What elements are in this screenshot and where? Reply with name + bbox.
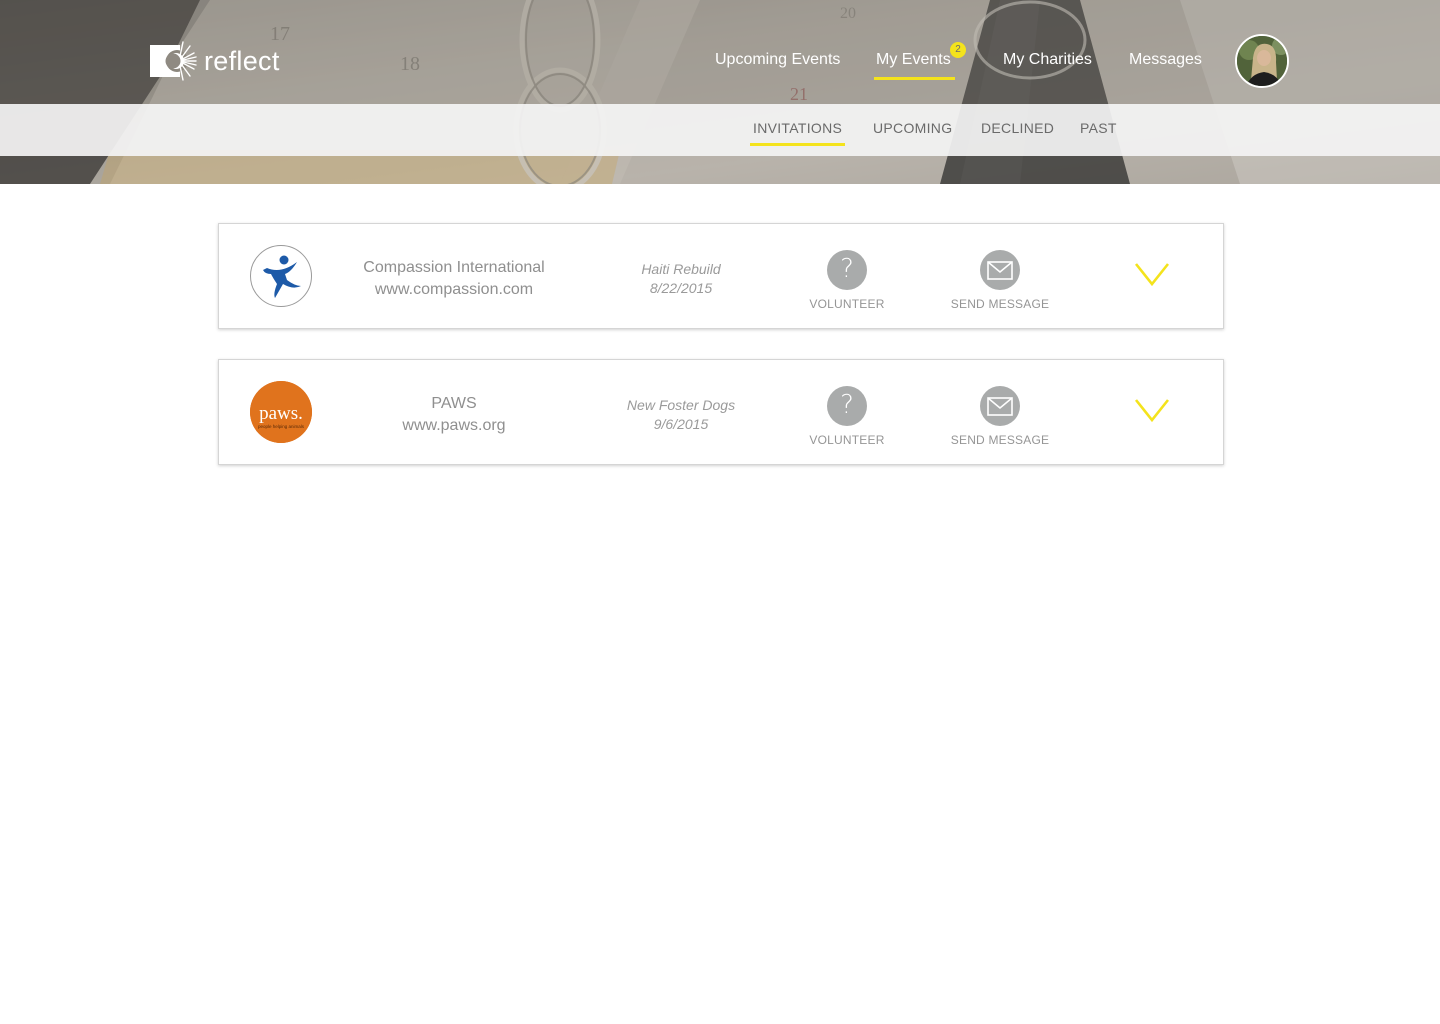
svg-text:people helping animals: people helping animals [258,424,305,429]
org-info: PAWS www.paws.org [339,393,569,437]
nav-my-events[interactable]: My Events [874,51,955,80]
send-message-label: SEND MESSAGE [950,433,1050,447]
event-name: Haiti Rebuild [641,261,721,277]
user-photo-icon [1237,36,1287,86]
chevron-down-icon[interactable] [1134,260,1170,290]
nav-upcoming-events[interactable]: Upcoming Events [715,51,840,69]
svg-text:paws.: paws. [259,403,303,424]
envelope-icon [980,250,1020,290]
event-date: 8/22/2015 [649,280,713,296]
org-name: PAWS [431,395,477,412]
org-logo[interactable] [250,245,312,307]
question-icon: ? [827,250,867,290]
paws-logo-icon: paws. people helping animals [250,381,312,443]
org-logo[interactable]: paws. people helping animals [250,381,312,443]
events-subnav: INVITATIONS UPCOMING DECLINED PAST [0,104,1440,156]
event-info: Haiti Rebuild 8/22/2015 [591,260,771,298]
volunteer-button[interactable]: ? VOLUNTEER [792,250,902,311]
volunteer-label: VOLUNTEER [809,297,885,311]
user-avatar[interactable] [1235,34,1289,88]
event-info: New Foster Dogs 9/6/2015 [591,396,771,434]
chevron-down-icon[interactable] [1134,396,1170,426]
my-events-count-badge: 2 [950,42,966,58]
nav-my-charities[interactable]: My Charities [1003,51,1092,69]
tab-past[interactable]: PAST [1080,120,1117,136]
nav-messages[interactable]: Messages [1129,51,1202,69]
envelope-icon [980,386,1020,426]
org-url[interactable]: www.paws.org [339,415,569,437]
tab-upcoming[interactable]: UPCOMING [873,120,952,136]
header-hero: 17 18 21 20 reflect Upcoming Events My E… [0,0,1440,184]
event-date: 9/6/2015 [653,416,709,432]
tab-invitations[interactable]: INVITATIONS [749,120,846,146]
question-icon: ? [827,386,867,426]
compassion-logo-icon [263,255,301,298]
send-message-button[interactable]: SEND MESSAGE [945,250,1055,311]
send-message-label: SEND MESSAGE [950,297,1050,311]
org-info: Compassion International www.compassion.… [339,257,569,301]
event-name: New Foster Dogs [626,397,736,413]
send-message-button[interactable]: SEND MESSAGE [945,386,1055,447]
volunteer-label: VOLUNTEER [809,433,885,447]
org-url[interactable]: www.compassion.com [339,279,569,301]
event-card: Compassion International www.compassion.… [218,223,1224,329]
org-name: Compassion International [363,259,545,276]
event-card: paws. people helping animals PAWS www.pa… [218,359,1224,465]
volunteer-button[interactable]: ? VOLUNTEER [792,386,902,447]
top-navigation: Upcoming Events My Events 2 My Charities… [0,0,1440,104]
tab-declined[interactable]: DECLINED [981,120,1054,136]
